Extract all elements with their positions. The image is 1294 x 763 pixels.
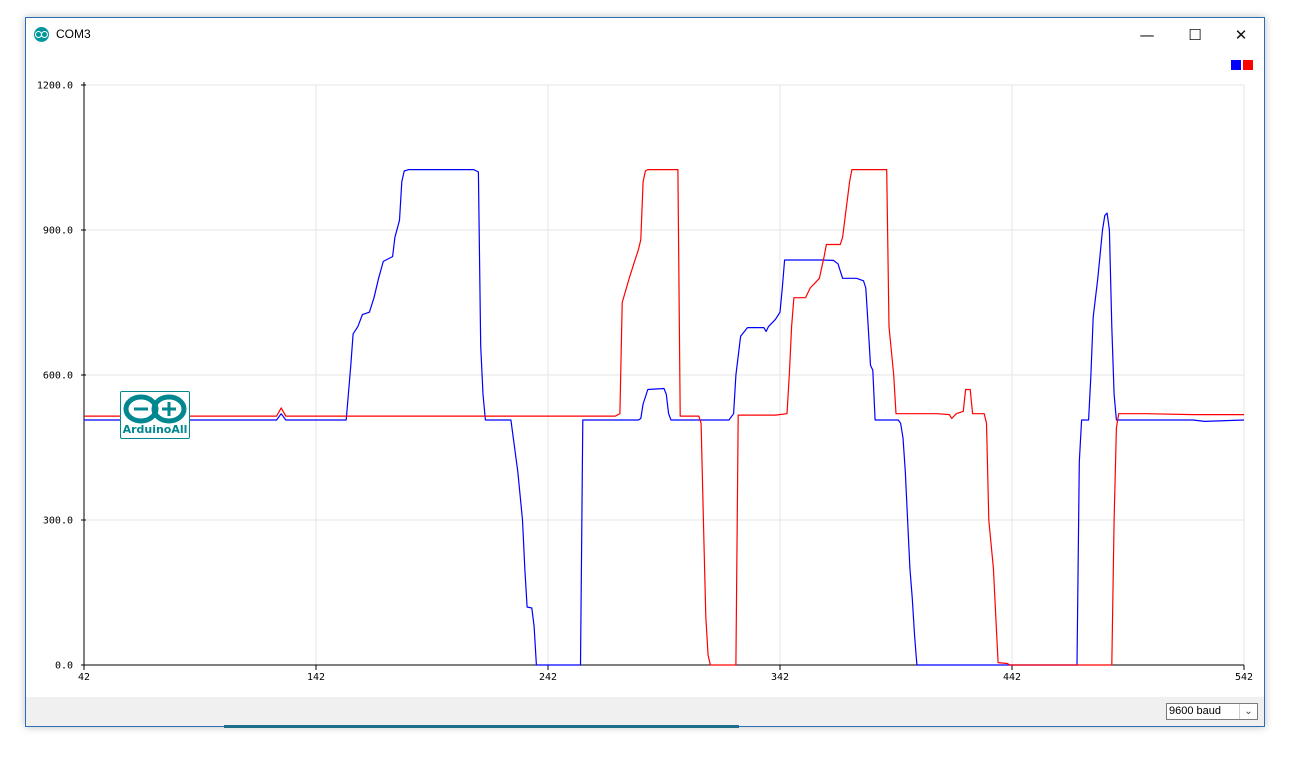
y-axis-ticks: 0.0 300.0 600.0 900.0 1200.0	[37, 81, 86, 672]
plot-grid	[83, 84, 1245, 666]
bottom-bar: 9600 baud ⌄	[26, 697, 1264, 726]
x-tick-label: 342	[771, 672, 789, 683]
y-tick-label: 600.0	[43, 371, 73, 382]
x-tick-label: 42	[78, 672, 90, 683]
y-tick-label: 1200.0	[37, 81, 73, 92]
series-line-1	[84, 169, 1245, 666]
baud-rate-value: 9600 baud	[1169, 705, 1221, 717]
serial-plotter-window: COM3 — ☐ ✕ 42 142 242 342 442 542 0.0 300.0 600…	[25, 17, 1265, 727]
x-tick-label: 242	[539, 672, 557, 683]
x-axis-ticks: 42 142 242 342 442 542	[78, 665, 1253, 683]
y-tick-label: 300.0	[43, 516, 73, 527]
logo-text: ArduinoAll	[122, 423, 188, 436]
arduinoall-logo: ArduinoAll	[120, 391, 190, 439]
baud-rate-select[interactable]: 9600 baud ⌄	[1166, 703, 1258, 720]
infinity-logo-icon	[123, 394, 187, 424]
chevron-down-icon[interactable]: ⌄	[1239, 704, 1257, 719]
taskbar-window-strip	[224, 725, 739, 728]
y-tick-label: 0.0	[55, 661, 73, 672]
x-tick-label: 142	[307, 672, 325, 683]
x-tick-label: 442	[1003, 672, 1021, 683]
serial-plot-chart: 42 142 242 342 442 542 0.0 300.0 600.0 900.0 1200…	[37, 81, 1253, 684]
plot-lines	[84, 169, 1245, 666]
y-tick-label: 900.0	[43, 226, 73, 237]
x-tick-label: 542	[1235, 672, 1253, 683]
series-line-2	[84, 169, 1244, 666]
